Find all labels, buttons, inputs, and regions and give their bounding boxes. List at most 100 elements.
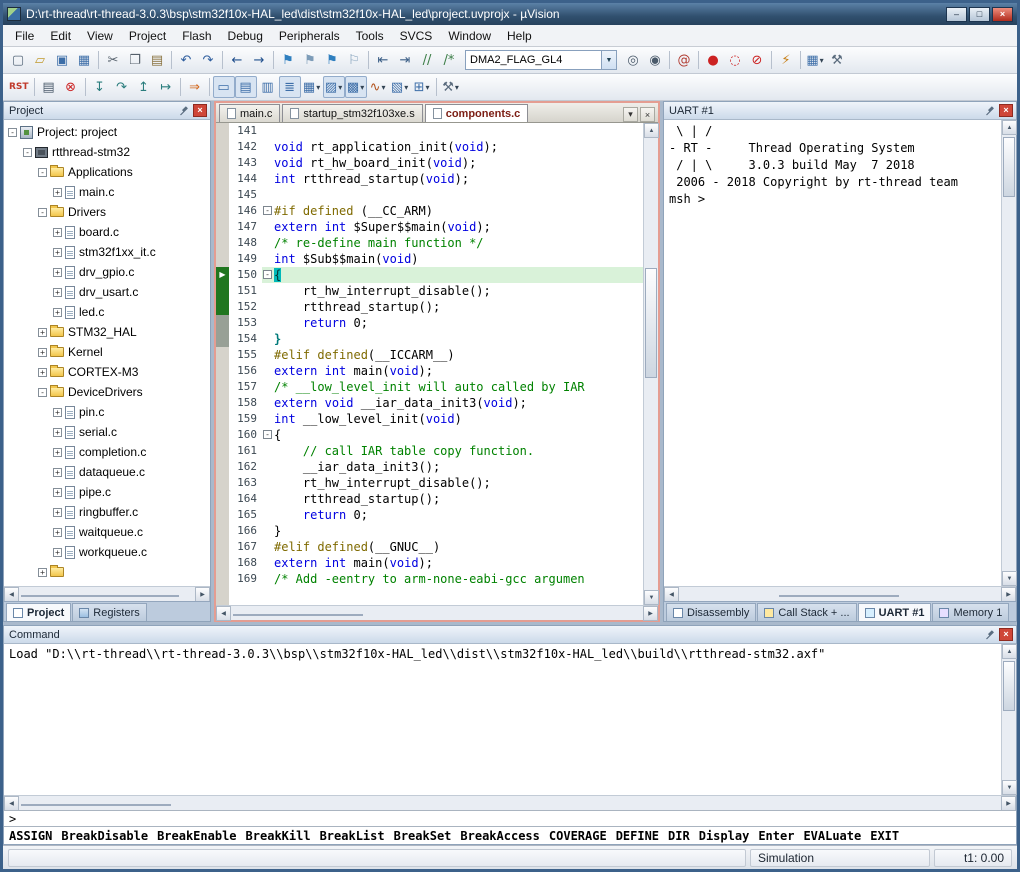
command-assign[interactable]: ASSIGN (9, 829, 52, 843)
menu-edit[interactable]: Edit (42, 27, 79, 45)
tree-item-item[interactable]: + (4, 562, 210, 582)
pin-button[interactable] (177, 104, 191, 117)
pin-button[interactable] (983, 628, 997, 641)
expand-icon[interactable]: + (53, 528, 62, 537)
scroll-left-button[interactable]: ◀ (216, 606, 231, 621)
panel-close-button[interactable]: × (999, 628, 1013, 641)
code-text[interactable]: int rtthread_startup(void); (274, 171, 643, 187)
run-to-cursor-button[interactable]: ↦ (155, 76, 177, 98)
uncomment-selection-button[interactable]: /* (438, 49, 460, 71)
breakpoint-disable-button[interactable]: ◌ (724, 49, 746, 71)
code-text[interactable]: rt_hw_interrupt_disable(); (274, 283, 643, 299)
code-text[interactable]: { (274, 427, 643, 443)
tree-item-project-project[interactable]: -Project: project (4, 122, 210, 142)
tree-item-drivers[interactable]: -Drivers (4, 202, 210, 222)
code-area[interactable]: 141142void rt_application_init(void);143… (216, 123, 643, 605)
code-text[interactable]: /* Add -eentry to arm-none-eabi-gcc argu… (274, 571, 643, 587)
scroll-right-button[interactable]: ▶ (1001, 796, 1016, 811)
uart-output[interactable]: \ | /- RT - Thread Operating System / | … (664, 120, 1001, 586)
expand-icon[interactable]: + (53, 508, 62, 517)
expand-icon[interactable]: + (38, 328, 47, 337)
tree-item-ringbuffer-c[interactable]: +ringbuffer.c (4, 502, 210, 522)
watch-window-button[interactable]: ▦▾ (301, 76, 323, 98)
expand-icon[interactable]: + (53, 488, 62, 497)
save-button[interactable]: ▣ (51, 49, 73, 71)
show-next-statement-button[interactable]: ▤ (38, 76, 60, 98)
tab-project[interactable]: Project (6, 603, 71, 621)
tree-item-serial-c[interactable]: +serial.c (4, 422, 210, 442)
scroll-left-button[interactable]: ◀ (664, 587, 679, 602)
scroll-thumb[interactable] (1003, 137, 1015, 197)
code-text[interactable]: #elif defined(__GNUC__) (274, 539, 643, 555)
code-text[interactable]: int __low_level_init(void) (274, 411, 643, 427)
breakpoint-toggle-button[interactable]: ● (702, 49, 724, 71)
redo-button[interactable]: ↷ (197, 49, 219, 71)
copy-button[interactable]: ❐ (124, 49, 146, 71)
uart-horizontal-scrollbar[interactable]: ◀▶ (664, 586, 1016, 601)
scroll-left-button[interactable]: ◀ (4, 587, 19, 602)
titlebar[interactable]: D:\rt-thread\rt-thread-3.0.3\bsp\stm32f1… (3, 3, 1017, 25)
scroll-right-button[interactable]: ▶ (643, 606, 658, 621)
fold-collapse-icon[interactable]: - (263, 270, 272, 279)
code-text[interactable]: /* re-define main function */ (274, 235, 643, 251)
command-display[interactable]: Display (699, 829, 750, 843)
code-text[interactable]: extern void __iar_data_init3(void); (274, 395, 643, 411)
command-breakkill[interactable]: BreakKill (246, 829, 311, 843)
memory-window-button[interactable]: ▨▾ (323, 76, 345, 98)
analysis-window-button[interactable]: ∿▾ (367, 76, 389, 98)
panel-close-button[interactable]: × (193, 104, 207, 117)
tree-item-cortex-m3[interactable]: +CORTEX-M3 (4, 362, 210, 382)
menu-help[interactable]: Help (499, 27, 540, 45)
close-button[interactable]: × (992, 7, 1013, 22)
breakpoint-kill-all-button[interactable]: ⊘ (746, 49, 768, 71)
step-out-button[interactable]: ↥ (133, 76, 155, 98)
command-breaklist[interactable]: BreakList (320, 829, 385, 843)
tree-item-pipe-c[interactable]: +pipe.c (4, 482, 210, 502)
run-button[interactable]: ⇒ (184, 76, 206, 98)
serial-window-button[interactable]: ▩▾ (345, 76, 367, 98)
flash-download-button[interactable]: ⚡ (775, 49, 797, 71)
code-text[interactable]: { (274, 267, 643, 283)
code-text[interactable]: int $Sub$$main(void) (274, 251, 643, 267)
step-into-button[interactable]: ↧ (89, 76, 111, 98)
scroll-thumb[interactable] (645, 268, 657, 378)
save-all-button[interactable]: ▦ (73, 49, 95, 71)
expand-icon[interactable]: + (53, 308, 62, 317)
command-output[interactable]: Load "D:\\rt-thread\\rt-thread-3.0.3\\bs… (4, 644, 1001, 795)
scroll-track[interactable] (644, 138, 658, 590)
panel-close-button[interactable]: × (999, 104, 1013, 117)
scroll-thumb[interactable] (233, 614, 363, 616)
configure-target-button[interactable]: ⚒ (826, 49, 848, 71)
command-vertical-scrollbar[interactable]: ▲▼ (1001, 644, 1016, 795)
tab-call-stack[interactable]: Call Stack + ... (757, 603, 856, 621)
symbol-combo[interactable]: DMA2_FLAG_GL4 ▼ (465, 50, 617, 70)
expand-icon[interactable]: + (53, 228, 62, 237)
find-button[interactable]: ◉ (644, 49, 666, 71)
system-viewer-button[interactable]: ⊞▾ (411, 76, 433, 98)
editor-tab-main-c[interactable]: main.c (219, 104, 280, 122)
scroll-thumb[interactable] (779, 595, 899, 597)
code-text[interactable]: extern int $Super$$main(void); (274, 219, 643, 235)
collapse-icon[interactable]: - (23, 148, 32, 157)
command-exit[interactable]: EXIT (870, 829, 899, 843)
expand-icon[interactable]: + (53, 188, 62, 197)
menu-file[interactable]: File (7, 27, 42, 45)
scroll-up-button[interactable]: ▲ (1002, 644, 1017, 659)
code-text[interactable]: return 0; (274, 507, 643, 523)
menu-peripherals[interactable]: Peripherals (271, 27, 348, 45)
scroll-thumb[interactable] (1003, 661, 1015, 711)
tree-item-drv-usart-c[interactable]: +drv_usart.c (4, 282, 210, 302)
pin-button[interactable] (983, 104, 997, 117)
step-over-button[interactable]: ↷ (111, 76, 133, 98)
code-text[interactable]: return 0; (274, 315, 643, 331)
incremental-find-button[interactable]: @ (673, 49, 695, 71)
new-file-button[interactable]: ▢ (7, 49, 29, 71)
command-prompt[interactable]: > (4, 810, 1016, 826)
tree-item-drv-gpio-c[interactable]: +drv_gpio.c (4, 262, 210, 282)
paste-button[interactable]: ▤ (146, 49, 168, 71)
tree-item-main-c[interactable]: +main.c (4, 182, 210, 202)
code-text[interactable]: rtthread_startup(); (274, 491, 643, 507)
code-text[interactable] (274, 123, 643, 139)
call-stack-window-button[interactable]: ≣ (279, 76, 301, 98)
scroll-up-button[interactable]: ▲ (644, 123, 659, 138)
